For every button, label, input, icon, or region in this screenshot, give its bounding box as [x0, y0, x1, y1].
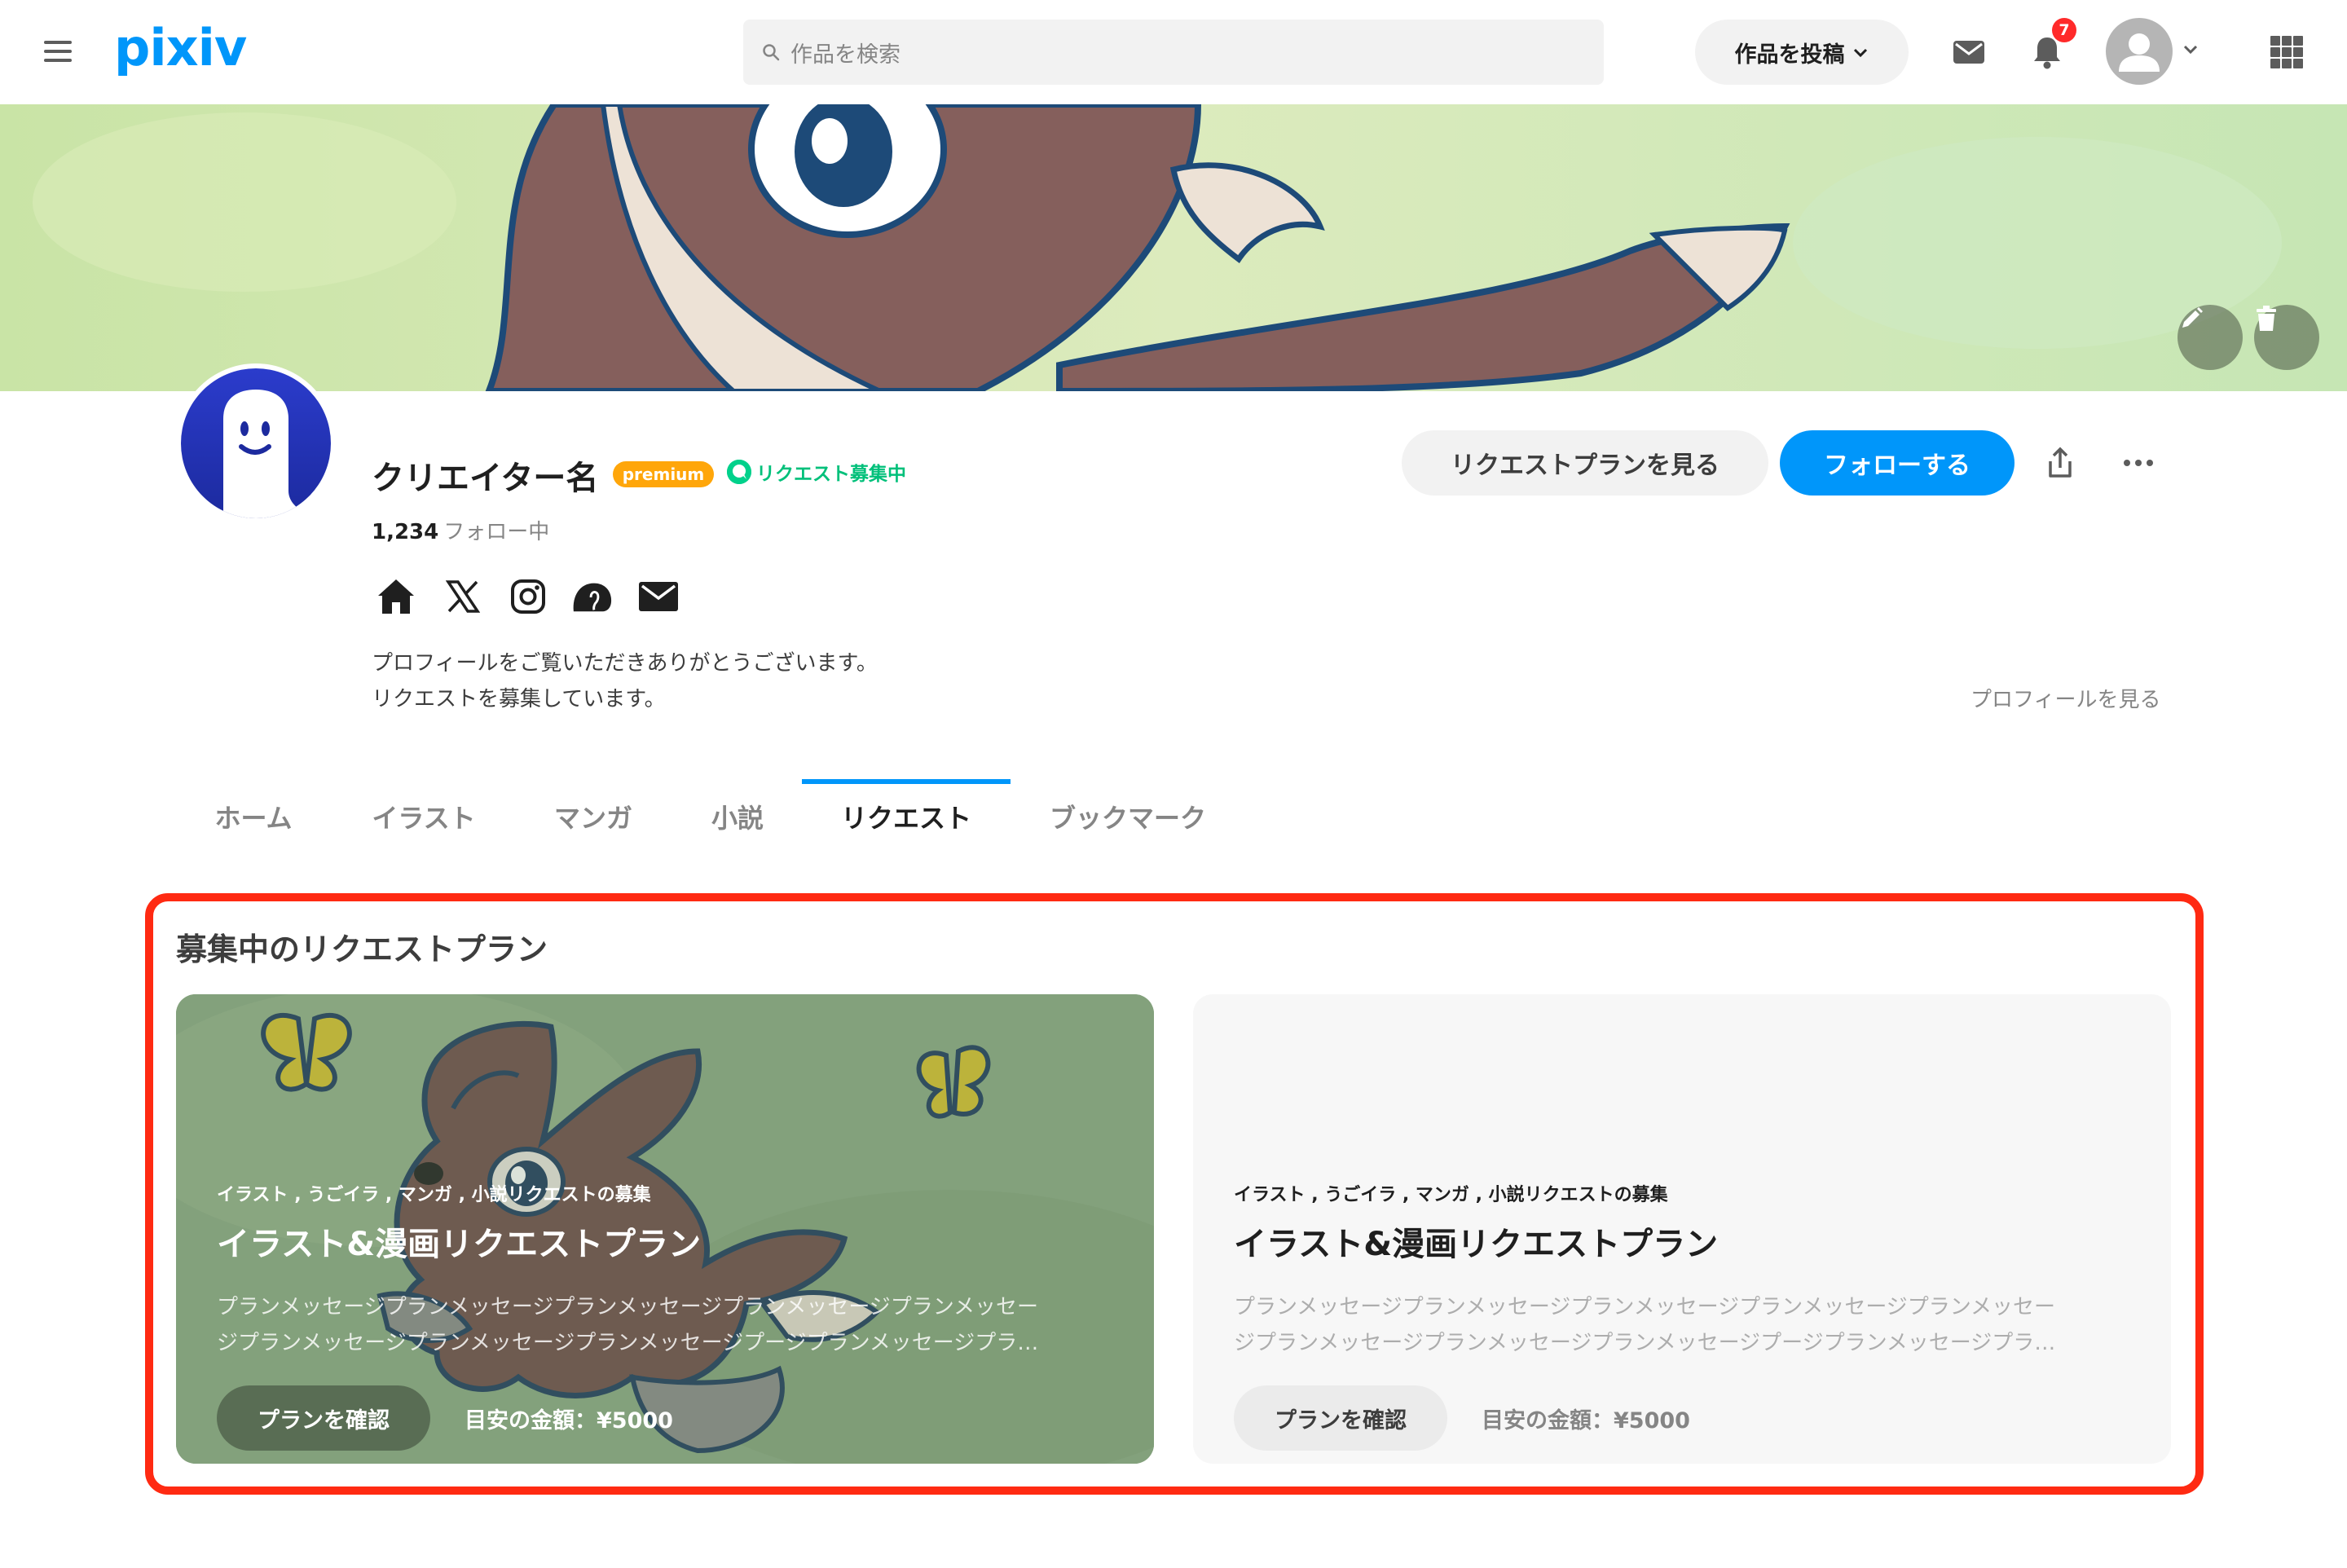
pencil-icon — [2182, 307, 2203, 328]
plan-price: 目安の金額：¥5000 — [465, 1407, 673, 1434]
request-plan-card[interactable]: イラスト , うごイラ , マンガ , 小説リクエストの募集 イラスト&漫画リク… — [176, 994, 1154, 1464]
top-header: pixiv 作品を検索 作品を投稿 7 — [0, 0, 2347, 104]
profile-bio: プロフィールをご覧いただきありがとうございます。 リクエストを募集しています。 — [372, 645, 878, 717]
section-title: 募集中のリクエストプラン — [176, 932, 548, 967]
mastodon-link[interactable] — [570, 575, 613, 618]
tab-novel[interactable]: 小説 — [694, 782, 781, 851]
premium-badge: premium — [613, 461, 714, 487]
delete-cover-button[interactable] — [2254, 305, 2319, 370]
x-link[interactable] — [442, 575, 484, 618]
plan-category: イラスト , うごイラ , マンガ , 小説リクエストの募集 — [217, 1185, 651, 1205]
chevron-down-icon — [1853, 48, 1867, 58]
confirm-plan-button[interactable]: プランを確認 — [217, 1385, 430, 1451]
search-icon — [763, 44, 780, 61]
share-button[interactable] — [2039, 438, 2081, 487]
bio-line-2: リクエストを募集しています。 — [372, 687, 666, 711]
view-profile-link[interactable]: プロフィールを見る — [1971, 683, 2160, 713]
search-placeholder: 作品を検索 — [790, 42, 900, 68]
request-status-badge[interactable]: リクエスト募集中 — [727, 458, 906, 486]
plan-message: プランメッセージプランメッセージプランメッセージプランメッセージプランメッセー … — [1234, 1289, 2130, 1361]
apps-grid-icon[interactable] — [2270, 36, 2303, 68]
creator-name: クリエイター名 — [372, 460, 599, 497]
home-icon — [378, 579, 414, 614]
request-plan-card[interactable]: イラスト , うごイラ , マンガ , 小説リクエストの募集 イラスト&漫画リク… — [1193, 994, 2171, 1464]
mail-icon — [1953, 41, 1984, 64]
x-icon — [446, 580, 480, 613]
messages-button[interactable] — [1949, 34, 1988, 70]
tab-request[interactable]: リクエスト — [821, 782, 991, 851]
pixiv-logo[interactable]: pixiv — [114, 18, 247, 77]
request-status-label: リクエスト募集中 — [756, 464, 906, 485]
search-input[interactable]: 作品を検索 — [743, 20, 1604, 85]
edit-cover-button[interactable] — [2177, 305, 2243, 370]
following-count-value: 1,234 — [372, 520, 439, 544]
home-link[interactable] — [375, 575, 417, 618]
plan-message: プランメッセージプランメッセージプランメッセージプランメッセージプランメッセー … — [217, 1289, 1113, 1361]
tab-home[interactable]: ホーム — [194, 782, 313, 851]
plan-card-content: イラスト , うごイラ , マンガ , 小説リクエストの募集 イラスト&漫画リク… — [217, 1180, 1113, 1451]
creator-avatar[interactable] — [176, 363, 336, 523]
plan-category: イラスト , うごイラ , マンガ , 小説リクエストの募集 — [1234, 1185, 1668, 1205]
plan-title: イラスト&漫画リクエストプラン — [217, 1226, 702, 1263]
notification-badge: 7 — [2052, 18, 2076, 42]
request-bubble-icon — [727, 460, 751, 484]
trash-icon — [2257, 306, 2276, 331]
user-icon — [2119, 33, 2160, 72]
post-work-label: 作品を投稿 — [1734, 42, 1845, 68]
creator-avatar-image — [181, 368, 331, 518]
plan-card-content: イラスト , うごイラ , マンガ , 小説リクエストの募集 イラスト&漫画リク… — [1234, 1180, 2130, 1451]
mastodon-icon — [573, 583, 612, 612]
tab-illustration[interactable]: イラスト — [355, 782, 492, 851]
cover-illustration — [0, 104, 2347, 391]
following-count[interactable]: 1,234 フォロー中 — [372, 515, 549, 545]
view-request-plans-button[interactable]: リクエストプランを見る — [1402, 430, 1768, 496]
cover-image — [0, 104, 2347, 391]
instagram-icon — [511, 579, 545, 614]
following-label: フォロー中 — [443, 520, 550, 544]
plan-message-line-2: ジプランメッセージプランメッセージプランメッセージプージプランメッセージプラ… — [1234, 1331, 2056, 1355]
plan-message-line-1: プランメッセージプランメッセージプランメッセージプランメッセージプランメッセー — [217, 1295, 1039, 1319]
chevron-down-icon[interactable] — [2181, 39, 2200, 59]
post-work-button[interactable]: 作品を投稿 — [1695, 20, 1909, 85]
user-avatar[interactable] — [2106, 18, 2173, 85]
plan-title: イラスト&漫画リクエストプラン — [1234, 1226, 1719, 1263]
bio-line-1: プロフィールをご覧いただきありがとうございます。 — [372, 651, 878, 676]
mail-icon — [639, 582, 678, 611]
share-icon — [2049, 447, 2072, 478]
instagram-link[interactable] — [507, 575, 549, 618]
plan-message-line-1: プランメッセージプランメッセージプランメッセージプランメッセージプランメッセー — [1234, 1295, 2056, 1319]
tab-bookmarks[interactable]: ブックマーク — [1032, 782, 1224, 851]
menu-icon[interactable] — [44, 41, 72, 62]
tab-manga[interactable]: マンガ — [533, 782, 654, 851]
confirm-plan-button[interactable]: プランを確認 — [1234, 1385, 1447, 1451]
more-options-icon[interactable] — [2117, 447, 2160, 479]
plan-message-line-2: ジプランメッセージプランメッセージプランメッセージプージプランメッセージプラ… — [217, 1331, 1039, 1355]
mail-link[interactable] — [637, 575, 680, 618]
follow-button[interactable]: フォローする — [1780, 430, 2015, 496]
plan-price: 目安の金額：¥5000 — [1482, 1407, 1690, 1434]
